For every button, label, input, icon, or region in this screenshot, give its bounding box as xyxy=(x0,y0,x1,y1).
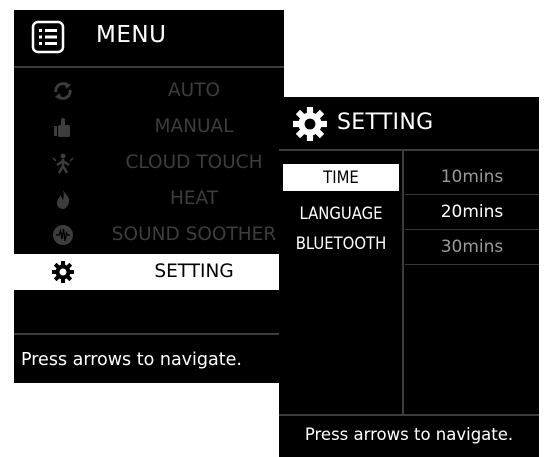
menu-item-label: MANUAL xyxy=(154,116,234,137)
menu-title: MENU xyxy=(96,22,167,48)
divider xyxy=(279,149,539,151)
menu-item-cloud-touch[interactable]: CLOUD TOUCH xyxy=(14,145,284,181)
menu-item-setting[interactable]: SETTING xyxy=(14,254,284,290)
menu-screen: MENU AUTO MANUAL CLOUD TOUCH HEAT SOUND … xyxy=(14,10,284,383)
divider xyxy=(14,333,284,335)
option-time[interactable]: TIME xyxy=(283,164,399,191)
menu-item-auto[interactable]: AUTO xyxy=(14,73,284,109)
gear-icon xyxy=(52,261,74,283)
menu-item-manual[interactable]: MANUAL xyxy=(14,109,284,145)
gear-icon xyxy=(293,107,327,141)
menu-item-sound-soother[interactable]: SOUND SOOTHER xyxy=(14,217,284,253)
menu-item-label: HEAT xyxy=(169,188,219,209)
body-touch-icon xyxy=(52,152,74,174)
navigation-hint: Press arrows to navigate. xyxy=(304,425,514,444)
value-20mins[interactable]: 20mins xyxy=(405,195,539,230)
column-divider xyxy=(402,151,404,414)
menu-item-label: SOUND SOOTHER xyxy=(111,224,277,245)
flame-icon xyxy=(52,188,74,210)
option-bluetooth[interactable]: BLUETOOTH xyxy=(281,230,401,257)
menu-item-heat[interactable]: HEAT xyxy=(14,181,284,217)
menu-item-label: SETTING xyxy=(154,261,234,282)
thumbs-up-icon xyxy=(52,116,74,138)
menu-header: MENU xyxy=(14,10,284,66)
divider xyxy=(14,66,284,68)
value-10mins[interactable]: 10mins xyxy=(405,160,539,195)
sound-wave-icon xyxy=(52,224,74,246)
menu-list-icon xyxy=(30,19,66,55)
refresh-icon xyxy=(52,80,74,102)
menu-item-label: CLOUD TOUCH xyxy=(125,152,263,173)
option-language[interactable]: LANGUAGE xyxy=(281,200,401,227)
setting-title: SETTING xyxy=(337,110,434,135)
menu-item-label: AUTO xyxy=(167,80,221,101)
navigation-hint: Press arrows to navigate. xyxy=(21,350,242,370)
divider xyxy=(279,414,539,416)
setting-screen: SETTING TIME LANGUAGE BLUETOOTH 10mins 2… xyxy=(279,97,539,457)
value-30mins[interactable]: 30mins xyxy=(405,230,539,265)
